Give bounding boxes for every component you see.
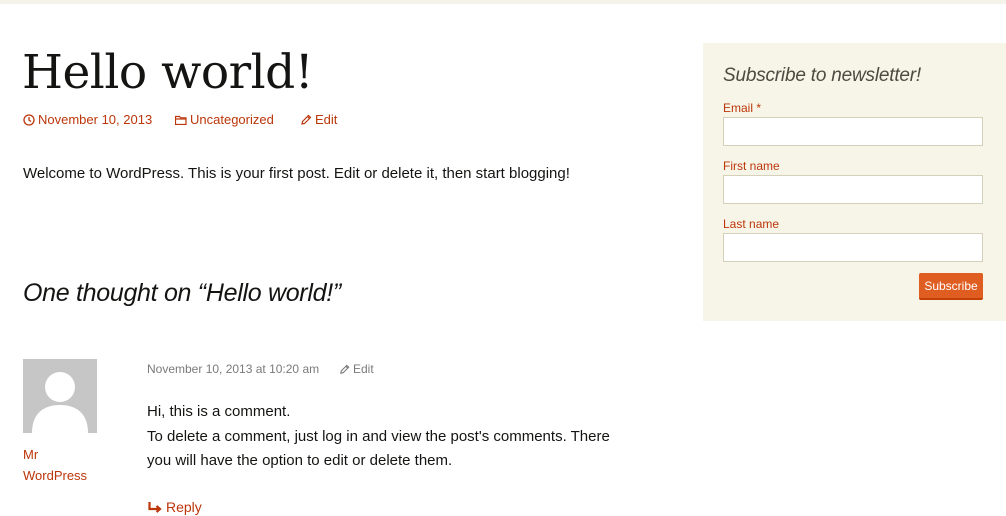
first-name-field[interactable] xyxy=(723,175,983,204)
default-avatar-icon xyxy=(23,359,97,433)
newsletter-widget: Subscribe to newsletter! Email * First n… xyxy=(703,43,1006,321)
comment-datetime-link[interactable]: November 10, 2013 at 10:20 am xyxy=(147,361,319,377)
pencil-icon xyxy=(340,364,350,374)
post-date-link[interactable]: November 10, 2013 xyxy=(23,112,152,128)
comment-body: Hi, this is a comment. To delete a comme… xyxy=(147,400,627,474)
email-label: Email * xyxy=(723,101,762,115)
clock-icon xyxy=(23,114,35,126)
comment-edit-link[interactable]: Edit xyxy=(339,361,374,377)
post-content: Welcome to WordPress. This is your first… xyxy=(23,165,570,182)
comment-text-line: Hi, this is a comment. xyxy=(147,403,291,420)
avatar xyxy=(23,359,97,433)
post-edit-label: Edit xyxy=(315,112,338,127)
folder-icon xyxy=(175,115,187,125)
reply-arrow-icon xyxy=(148,502,162,513)
comment-author-last: WordPress xyxy=(23,468,88,483)
reply-label: Reply xyxy=(166,499,202,515)
top-border xyxy=(0,0,1006,4)
comment-text-line: To delete a comment, just log in and vie… xyxy=(147,427,610,470)
comments-title: One thought on “Hello world!” xyxy=(23,279,341,307)
last-name-field[interactable] xyxy=(723,233,983,262)
reply-link[interactable]: Reply xyxy=(148,498,202,516)
post-category-link[interactable]: Uncategorized xyxy=(175,112,274,128)
post-edit-link[interactable]: Edit xyxy=(300,112,337,128)
subscribe-button[interactable]: Subscribe xyxy=(919,273,983,300)
comment-datetime: November 10, 2013 at 10:20 am xyxy=(147,362,320,376)
newsletter-title: Subscribe to newsletter! xyxy=(723,65,921,86)
last-name-label: Last name xyxy=(723,217,780,231)
pencil-icon xyxy=(301,114,312,125)
comment-edit-label: Edit xyxy=(353,362,374,376)
comment-author-link[interactable]: Mr WordPress xyxy=(23,444,103,486)
post-category: Uncategorized xyxy=(190,112,274,127)
post-date: November 10, 2013 xyxy=(38,112,153,127)
post-title[interactable]: Hello world! xyxy=(22,42,314,104)
comment-author-first: Mr xyxy=(23,447,39,462)
email-field[interactable] xyxy=(723,117,983,146)
first-name-label: First name xyxy=(723,159,780,173)
